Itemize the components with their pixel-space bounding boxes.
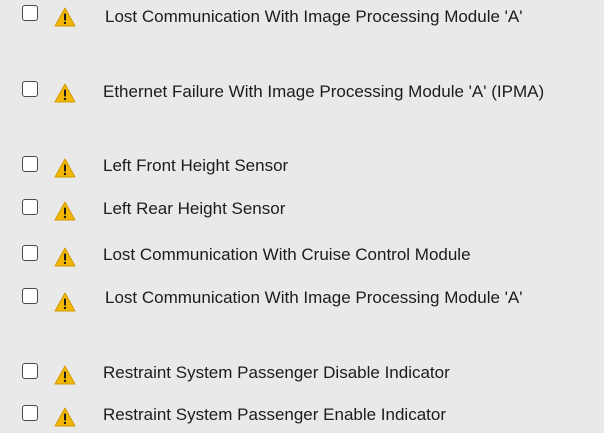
item-label: Ethernet Failure With Image Processing M… [103, 82, 545, 101]
item-checkbox[interactable] [22, 81, 38, 97]
item-checkbox[interactable] [22, 405, 38, 421]
warning-icon [54, 247, 76, 267]
item-label: Restraint System Passenger Enable Indica… [103, 405, 447, 424]
warning-icon [54, 7, 76, 27]
warning-icon [54, 158, 76, 178]
warning-icon [54, 292, 76, 312]
item-label: Left Rear Height Sensor [103, 199, 286, 218]
warning-icon [54, 365, 76, 385]
item-label: Lost Communication With Image Processing… [105, 7, 523, 26]
warning-icon [54, 407, 76, 427]
item-checkbox[interactable] [22, 288, 38, 304]
item-label: Lost Communication With Cruise Control M… [103, 245, 471, 264]
item-checkbox[interactable] [22, 199, 38, 215]
item-label: Lost Communication With Image Processing… [105, 288, 523, 307]
dtc-list: Lost Communication With Image Processing… [0, 0, 604, 433]
warning-icon [54, 201, 76, 221]
item-label: Restraint System Passenger Disable Indic… [103, 363, 450, 382]
item-checkbox[interactable] [22, 5, 38, 21]
warning-icon [54, 83, 76, 103]
item-checkbox[interactable] [22, 245, 38, 261]
item-checkbox[interactable] [22, 156, 38, 172]
item-label: Left Front Height Sensor [103, 156, 289, 175]
item-checkbox[interactable] [22, 363, 38, 379]
